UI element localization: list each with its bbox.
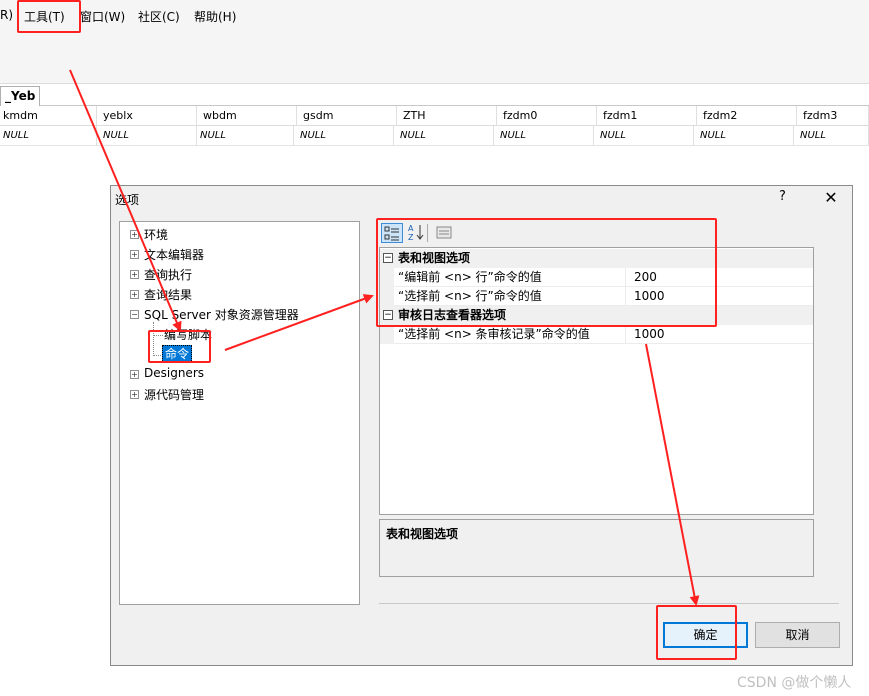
arrow-tools-to-commands bbox=[69, 69, 182, 332]
watermark: CSDN @做个懒人 bbox=[737, 675, 852, 691]
arrow-grid-to-ok bbox=[645, 343, 700, 606]
screenshot: R) 工具(T) 窗口(W) 社区(C) 帮助(H) _Yeb kmdm yeb… bbox=[0, 0, 869, 696]
annotation-arrows bbox=[69, 69, 700, 606]
arrow-commands-to-grid bbox=[224, 294, 374, 351]
